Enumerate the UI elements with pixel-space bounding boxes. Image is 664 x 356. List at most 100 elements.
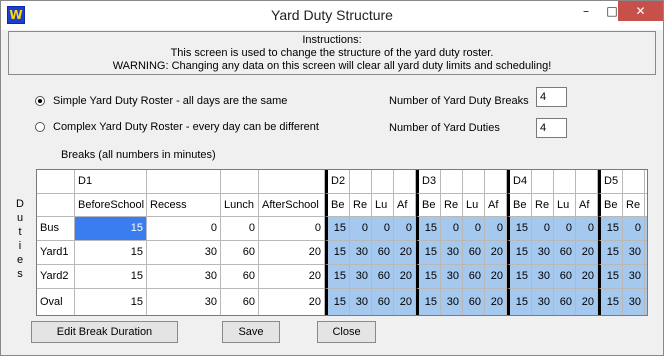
duration-cell-readonly: 60 — [463, 241, 485, 265]
duration-cell[interactable]: 15 — [75, 289, 147, 315]
break-column-header: Lu — [554, 194, 576, 217]
duration-cell-readonly: 30 — [623, 265, 645, 289]
duration-cell-readonly: 15 — [416, 289, 441, 315]
break-column-header: Re — [532, 194, 554, 217]
duration-cell-readonly: 20 — [485, 265, 507, 289]
duties-count-label: Number of Yard Duties — [389, 122, 500, 134]
grid-corner — [37, 170, 75, 194]
duration-cell-readonly: 20 — [576, 289, 598, 315]
duration-cell[interactable]: 60 — [221, 241, 259, 265]
instructions-panel: Instructions: This screen is used to cha… — [8, 31, 656, 75]
duration-cell-readonly: 60 — [463, 289, 485, 315]
breaks-count-input[interactable]: 4 — [536, 87, 567, 107]
duration-cell[interactable]: 30 — [147, 241, 221, 265]
duration-cell-readonly: 60 — [372, 265, 394, 289]
duration-cell[interactable]: 20 — [259, 241, 325, 265]
complex-roster-option[interactable]: Complex Yard Duty Roster - every day can… — [35, 119, 319, 135]
complex-roster-radio[interactable] — [35, 122, 45, 132]
minimize-icon[interactable]: – — [573, 1, 599, 21]
yard-duty-structure-window: W Yard Duty Structure – □ ✕ Instructions… — [0, 0, 664, 356]
duration-cell-readonly: 15 — [598, 265, 623, 289]
duration-cell[interactable]: 15 — [75, 265, 147, 289]
duration-cell-readonly: 30 — [441, 241, 463, 265]
duration-cell[interactable]: 15 — [75, 241, 147, 265]
duration-cell[interactable]: 30 — [147, 289, 221, 315]
duration-cell-readonly: 15 — [416, 265, 441, 289]
day-header-blank — [259, 170, 325, 194]
yard-duty-grid[interactable]: D1 BeforeSchool Recess Lunch AfterSchool D2 Be… — [36, 169, 648, 316]
break-column-header: Be — [507, 194, 532, 217]
title-bar: W Yard Duty Structure – □ ✕ — [1, 1, 663, 30]
duties-letter: e — [16, 254, 24, 266]
duration-cell[interactable]: 20 — [259, 265, 325, 289]
break-column-header: Af — [394, 194, 416, 217]
duration-cell[interactable]: 0 — [259, 217, 325, 241]
break-column-header: Lunch — [221, 194, 259, 217]
breaks-count-label: Number of Yard Duty Breaks — [389, 95, 529, 107]
duration-cell-readonly: 60 — [554, 241, 576, 265]
duration-cell-readonly: 20 — [576, 241, 598, 265]
break-column-header: Lu — [372, 194, 394, 217]
duration-cell[interactable]: 20 — [259, 289, 325, 315]
duration-cell-readonly: 60 — [372, 289, 394, 315]
duration-cell-readonly: 0 — [554, 217, 576, 241]
save-button[interactable]: Save — [222, 321, 280, 343]
instructions-warning: WARNING: Changing any data on this scree… — [112, 60, 552, 72]
day-header-blank — [441, 170, 463, 194]
duration-cell-readonly: 30 — [441, 289, 463, 315]
day-header-blank — [350, 170, 372, 194]
duration-cell[interactable]: 0 — [147, 217, 221, 241]
break-column-header: Re — [441, 194, 463, 217]
duration-cell[interactable]: 15 — [75, 217, 147, 241]
duration-cell[interactable]: 60 — [221, 289, 259, 315]
duration-cell-readonly: 30 — [350, 265, 372, 289]
duration-cell-readonly: 15 — [507, 241, 532, 265]
duration-cell-readonly: 15 — [325, 217, 350, 241]
duty-name: Bus — [37, 217, 75, 241]
break-column-header: Lu — [645, 194, 647, 217]
duration-cell-readonly: 15 — [416, 241, 441, 265]
duration-cell-readonly: 0 — [441, 217, 463, 241]
duration-cell-readonly: 15 — [507, 289, 532, 315]
simple-roster-radio[interactable] — [35, 96, 45, 106]
edit-break-duration-button[interactable]: Edit Break Duration — [31, 321, 178, 343]
duration-cell-readonly: 0 — [532, 217, 554, 241]
duration-cell[interactable]: 60 — [221, 265, 259, 289]
duration-cell-readonly: 30 — [623, 289, 645, 315]
day-header-blank — [147, 170, 221, 194]
duration-cell-readonly: 0 — [485, 217, 507, 241]
duration-cell-readonly: 20 — [485, 241, 507, 265]
duties-letter: t — [18, 226, 22, 238]
simple-roster-option[interactable]: Simple Yard Duty Roster - all days are t… — [35, 93, 287, 109]
duration-cell-readonly: 15 — [416, 217, 441, 241]
duration-cell[interactable]: 30 — [147, 265, 221, 289]
break-column-header: Re — [623, 194, 645, 217]
day-header-blank — [372, 170, 394, 194]
duration-cell-readonly: 20 — [485, 289, 507, 315]
duration-cell-readonly: 20 — [394, 241, 416, 265]
duration-cell-readonly: 60 — [554, 289, 576, 315]
duration-cell-readonly: 0 — [350, 217, 372, 241]
duration-cell-readonly: 30 — [532, 241, 554, 265]
complex-roster-label: Complex Yard Duty Roster - every day can… — [53, 121, 319, 133]
duration-cell-readonly: 15 — [325, 241, 350, 265]
close-button[interactable]: Close — [317, 321, 376, 343]
break-column-header: Be — [416, 194, 441, 217]
duration-cell-readonly: 60 — [372, 241, 394, 265]
day-header: D2 — [325, 170, 350, 194]
duration-cell-readonly: 0 — [394, 217, 416, 241]
duration-cell[interactable]: 0 — [221, 217, 259, 241]
duties-count-input[interactable]: 4 — [536, 118, 567, 138]
duration-cell-readonly: 15 — [325, 289, 350, 315]
close-icon[interactable]: ✕ — [618, 1, 663, 21]
duty-name: Oval — [37, 289, 75, 315]
duration-cell-readonly: 15 — [507, 265, 532, 289]
duration-cell-readonly: 60 — [645, 289, 647, 315]
break-column-header: Af — [485, 194, 507, 217]
duration-cell-readonly: 60 — [463, 265, 485, 289]
day-header: D1 — [75, 170, 147, 194]
duties-letter: u — [16, 212, 24, 224]
duration-cell-readonly: 60 — [554, 265, 576, 289]
breaks-caption: Breaks (all numbers in minutes) — [61, 149, 216, 161]
duration-cell-readonly: 15 — [507, 217, 532, 241]
